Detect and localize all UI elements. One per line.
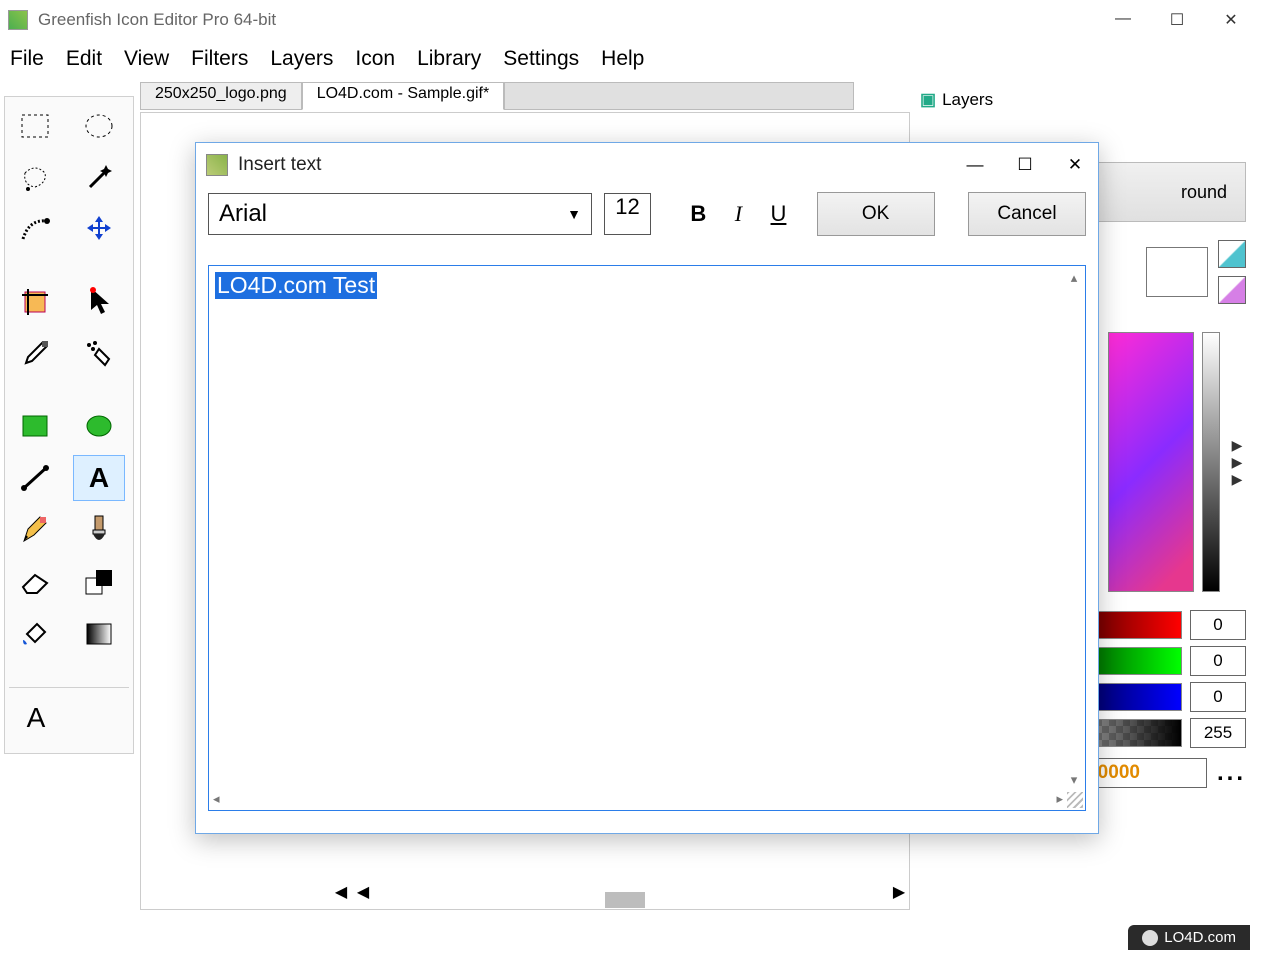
dialog-title: Insert text xyxy=(238,154,962,176)
dialog-close-button[interactable]: ✕ xyxy=(1062,155,1088,175)
watermark-text: LO4D.com xyxy=(1164,929,1236,946)
spray-tool[interactable] xyxy=(73,331,125,377)
text-selection: LO4D.com Test xyxy=(215,272,377,299)
blue-value[interactable]: 0 xyxy=(1190,682,1246,712)
dialog-maximize-button[interactable]: ☐ xyxy=(1012,155,1038,175)
ellipse-shape-tool[interactable] xyxy=(73,403,125,449)
window-titlebar: Greenfish Icon Editor Pro 64-bit — ☐ ✕ xyxy=(0,0,1250,40)
resize-grip-icon[interactable] xyxy=(1067,792,1083,808)
dialog-toolbar: Arial ▼ 12 B I U OK Cancel xyxy=(196,187,1098,241)
menu-filters[interactable]: Filters xyxy=(191,47,248,71)
rect-shape-tool[interactable] xyxy=(9,403,61,449)
tab-sample[interactable]: LO4D.com - Sample.gif* xyxy=(302,82,505,110)
hscroll-right[interactable]: ▶ xyxy=(888,882,910,902)
dialog-hscrollbar[interactable]: ◂▸ xyxy=(213,790,1063,808)
red-value[interactable]: 0 xyxy=(1190,610,1246,640)
picker-arrows: ▶▶▶ xyxy=(1228,332,1246,592)
cancel-button[interactable]: Cancel xyxy=(968,192,1086,236)
dialog-vscrollbar[interactable]: ▴▾ xyxy=(1065,270,1083,788)
tab-logo[interactable]: 250x250_logo.png xyxy=(140,82,302,110)
dialog-icon xyxy=(206,154,228,176)
foreground-swatch[interactable] xyxy=(1146,247,1208,297)
dialog-minimize-button[interactable]: — xyxy=(962,155,988,175)
alpha-value[interactable]: 255 xyxy=(1190,718,1246,748)
hscroll-thumb[interactable] xyxy=(605,892,645,908)
insert-text-dialog: Insert text — ☐ ✕ Arial ▼ 12 B I U OK Ca… xyxy=(195,142,1099,834)
layer-background-label: round xyxy=(1181,182,1227,203)
magic-wand-tool[interactable] xyxy=(73,155,125,201)
watermark: LO4D.com xyxy=(1128,925,1250,950)
dialog-titlebar[interactable]: Insert text — ☐ ✕ xyxy=(196,143,1098,187)
brush-tool[interactable] xyxy=(73,507,125,553)
chevron-down-icon: ▼ xyxy=(567,206,581,222)
tool-preview: A xyxy=(9,687,129,747)
window-title: Greenfish Icon Editor Pro 64-bit xyxy=(38,10,1112,30)
layers-panel-header[interactable]: ▣ Layers xyxy=(916,88,1246,112)
eyedropper-tool[interactable] xyxy=(9,331,61,377)
menu-icon[interactable]: Icon xyxy=(355,47,395,71)
menu-settings[interactable]: Settings xyxy=(503,47,579,71)
menu-edit[interactable]: Edit xyxy=(66,47,102,71)
line-tool[interactable] xyxy=(9,455,61,501)
font-family-value: Arial xyxy=(219,200,267,228)
menu-layers[interactable]: Layers xyxy=(270,47,333,71)
italic-button[interactable]: I xyxy=(724,195,752,233)
green-value[interactable]: 0 xyxy=(1190,646,1246,676)
swatch-toggle-b[interactable] xyxy=(1218,276,1246,304)
tool-palette: A A xyxy=(4,96,134,754)
menu-help[interactable]: Help xyxy=(601,47,644,71)
window-close-button[interactable]: ✕ xyxy=(1220,10,1242,30)
hscroll-left[interactable]: ◀ xyxy=(330,882,352,902)
swap-colors-tool[interactable] xyxy=(73,559,125,605)
rect-select-tool[interactable] xyxy=(9,103,61,149)
menu-view[interactable]: View xyxy=(124,47,169,71)
svg-text:A: A xyxy=(89,463,109,493)
menu-file[interactable]: File xyxy=(10,47,44,71)
text-input-area[interactable]: LO4D.com Test ▴▾ ◂▸ xyxy=(208,265,1086,811)
watermark-logo-icon xyxy=(1142,930,1158,946)
window-minimize-button[interactable]: — xyxy=(1112,10,1134,30)
menu-library[interactable]: Library xyxy=(417,47,481,71)
hscroll-left-2[interactable]: ◀ xyxy=(352,882,374,902)
svg-text:A: A xyxy=(27,702,46,733)
app-icon xyxy=(8,10,28,30)
color-value-strip[interactable] xyxy=(1202,332,1220,592)
pointer-tool[interactable] xyxy=(73,279,125,325)
bold-button[interactable]: B xyxy=(684,195,712,233)
text-tool[interactable]: A xyxy=(73,455,125,501)
tab-empty[interactable] xyxy=(504,82,854,110)
menu-bar: File Edit View Filters Layers Icon Libra… xyxy=(0,40,1250,78)
gradient-tool[interactable] xyxy=(73,611,125,657)
underline-button[interactable]: U xyxy=(764,195,792,233)
ellipse-select-tool[interactable] xyxy=(73,103,125,149)
ok-button[interactable]: OK xyxy=(817,192,935,236)
document-tabs: 250x250_logo.png LO4D.com - Sample.gif* xyxy=(140,82,854,110)
font-size-input[interactable]: 12 xyxy=(604,193,651,235)
move-tool[interactable] xyxy=(73,207,125,253)
color-picker-field[interactable] xyxy=(1108,332,1194,592)
lasso-tool[interactable] xyxy=(9,155,61,201)
swatch-toggle-a[interactable] xyxy=(1218,240,1246,268)
pencil-tool[interactable] xyxy=(9,507,61,553)
window-maximize-button[interactable]: ☐ xyxy=(1166,10,1188,30)
plus-icon: ▣ xyxy=(920,90,936,110)
more-colors-button[interactable]: ... xyxy=(1217,759,1246,787)
eraser-tool[interactable] xyxy=(9,559,61,605)
font-family-select[interactable]: Arial ▼ xyxy=(208,193,592,235)
crop-tool[interactable] xyxy=(9,279,61,325)
layers-label: Layers xyxy=(942,90,993,110)
bucket-tool[interactable] xyxy=(9,611,61,657)
path-tool[interactable] xyxy=(9,207,61,253)
